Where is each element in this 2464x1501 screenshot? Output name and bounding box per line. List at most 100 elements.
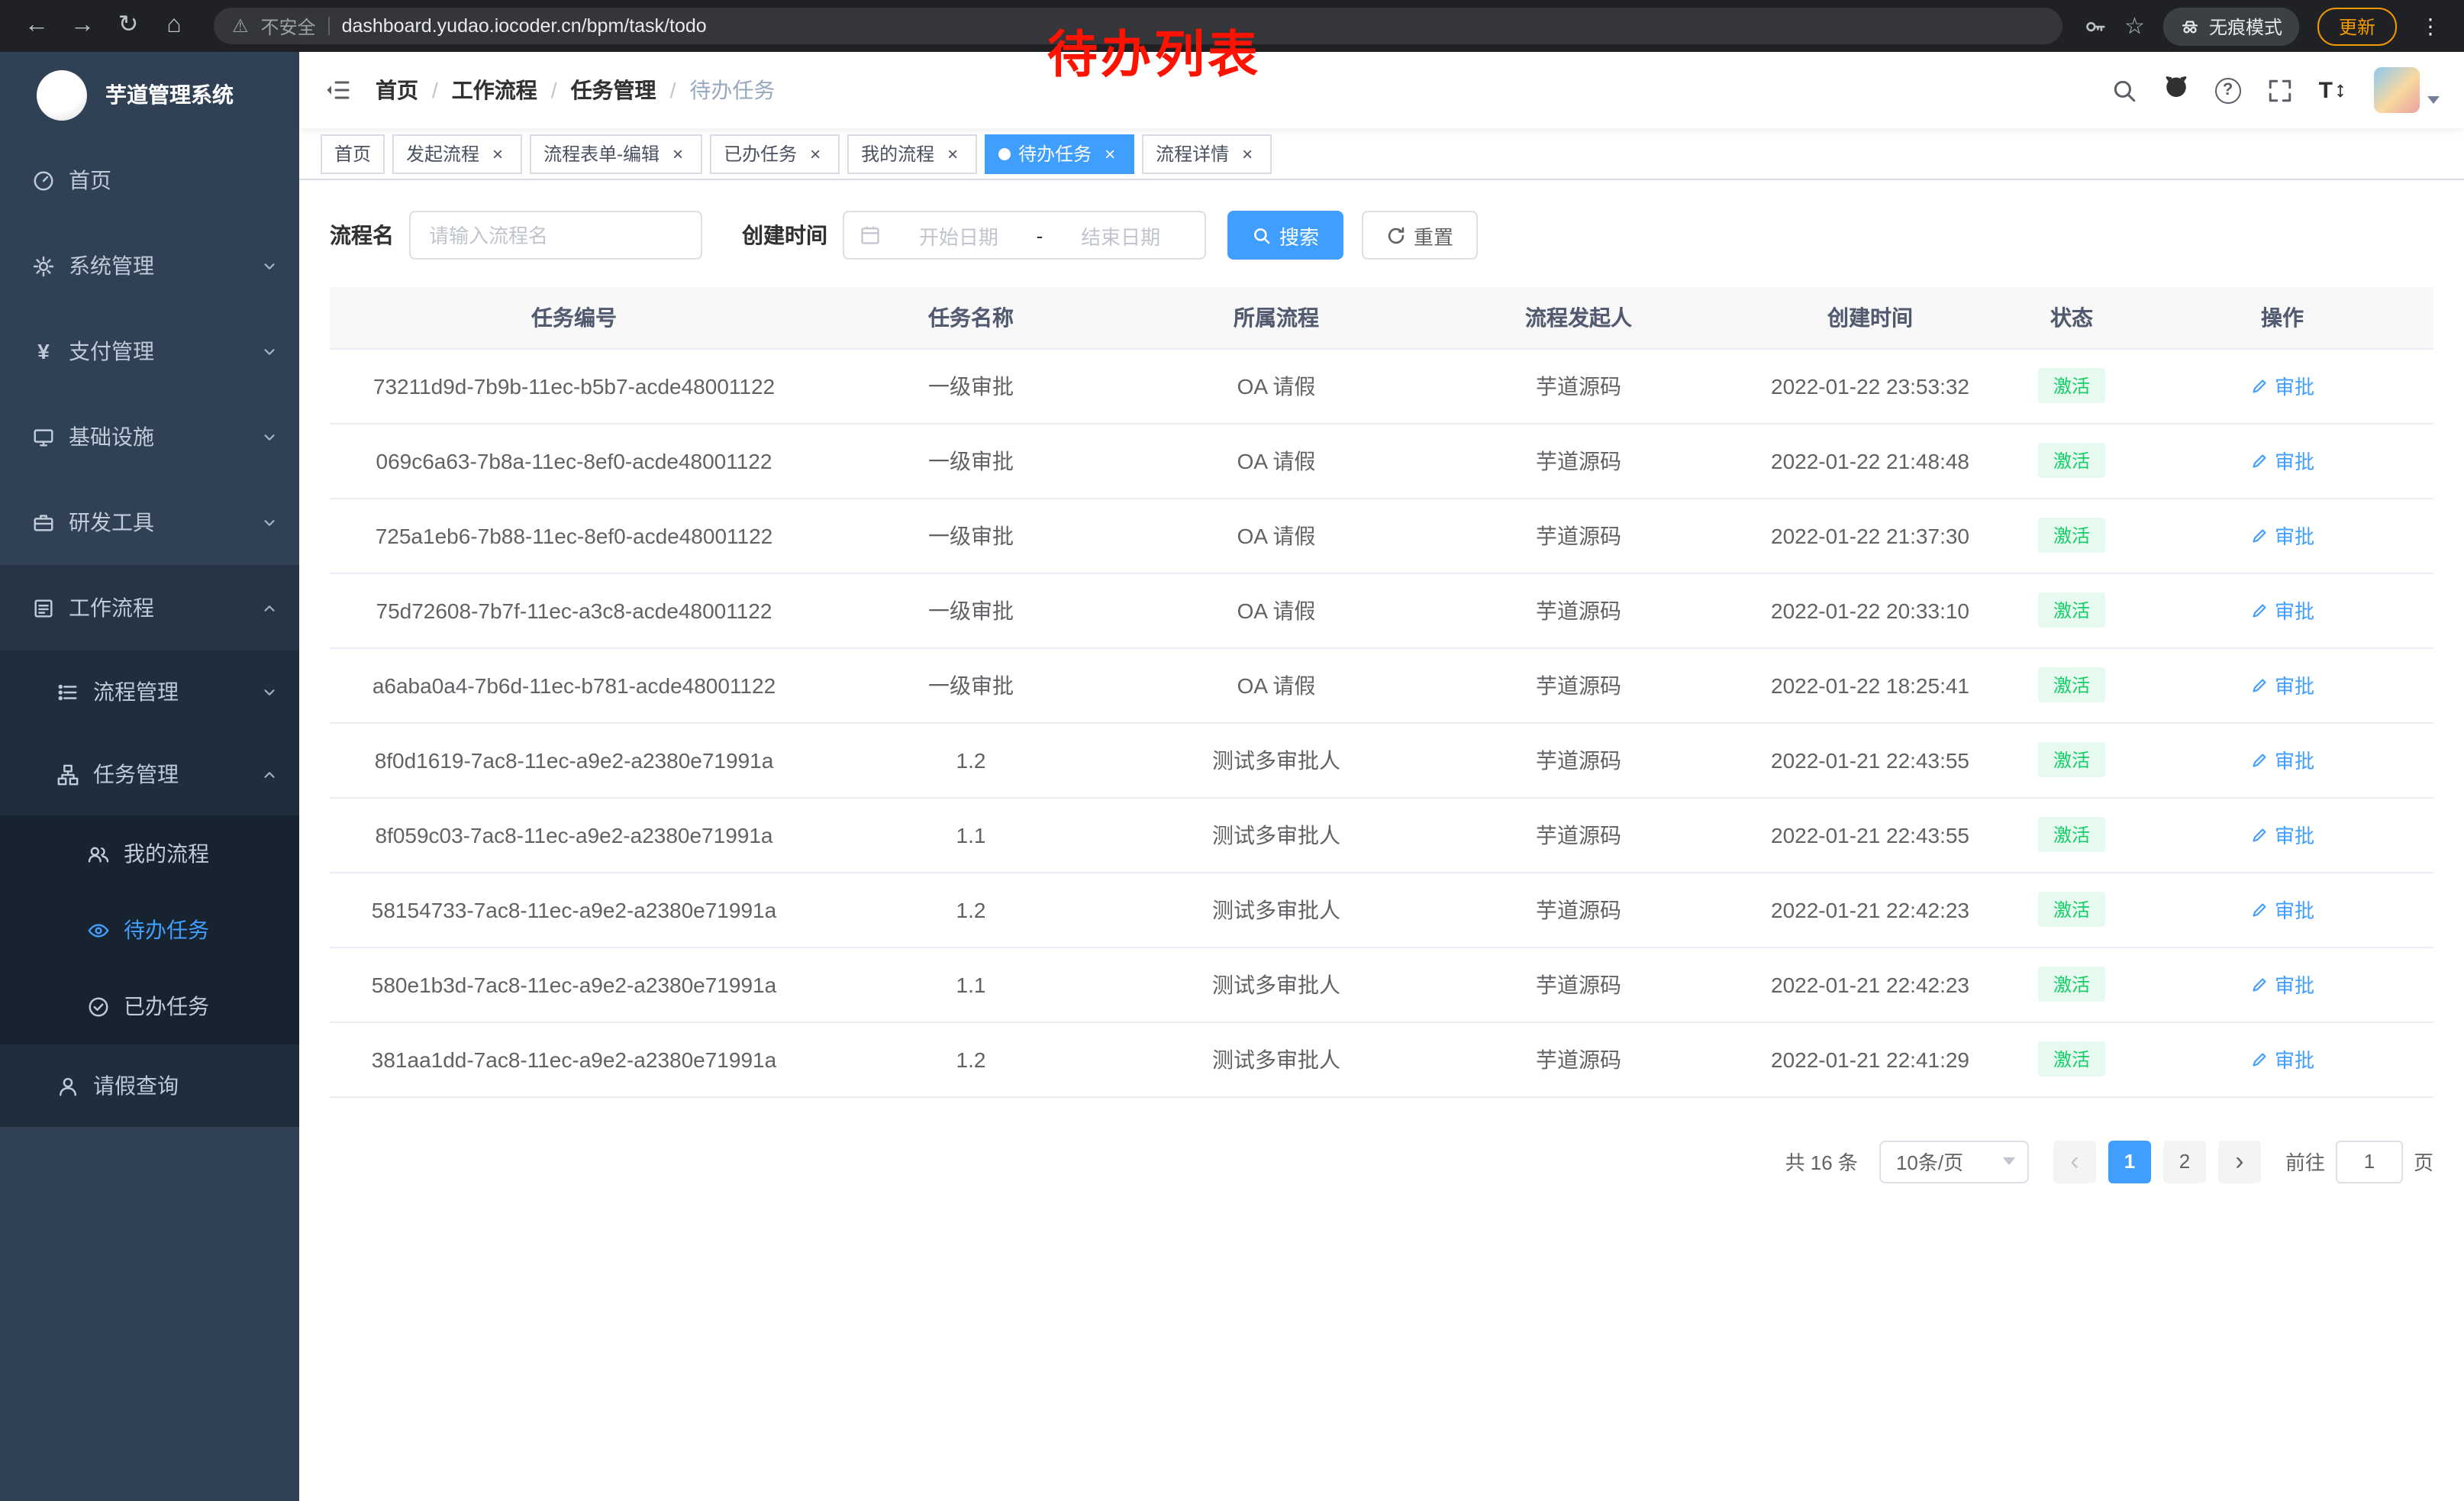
cell-created: 2022-01-22 18:25:41 — [1728, 647, 2012, 722]
reset-button[interactable]: 重置 — [1362, 211, 1478, 260]
tab-home[interactable]: 首页 — [321, 134, 385, 173]
github-icon[interactable] — [2163, 73, 2189, 107]
edit-icon — [2250, 451, 2269, 470]
cell-created: 2022-01-21 22:41:29 — [1728, 1022, 2012, 1096]
tab-my-processes[interactable]: 我的流程× — [847, 134, 977, 173]
fullscreen-icon[interactable] — [2267, 77, 2293, 103]
status-badge: 激活 — [2038, 742, 2105, 777]
process-name-input[interactable] — [409, 211, 702, 260]
reload-icon[interactable]: ↻ — [110, 14, 147, 38]
tab-start-process[interactable]: 发起流程× — [392, 134, 522, 173]
approve-link[interactable]: 审批 — [2250, 670, 2314, 699]
bookmark-star-icon[interactable]: ☆ — [2124, 12, 2145, 40]
cell-status: 激活 — [2012, 573, 2131, 647]
approve-link[interactable]: 审批 — [2250, 371, 2314, 400]
cell-status: 激活 — [2012, 423, 2131, 498]
approve-link[interactable]: 审批 — [2250, 1044, 2314, 1073]
breadcrumb-item-task-mgmt[interactable]: 任务管理 — [571, 75, 656, 105]
cell-task-name: 1.1 — [818, 797, 1124, 872]
sidebar-item-done-tasks[interactable]: 已办任务 — [0, 968, 299, 1044]
search-icon[interactable] — [2111, 77, 2137, 103]
cell-task-name: 1.2 — [818, 722, 1124, 797]
search-button[interactable]: 搜索 — [1227, 211, 1343, 260]
sidebar-item-leave-query[interactable]: 请假查询 — [0, 1044, 299, 1127]
approve-link[interactable]: 审批 — [2250, 895, 2314, 924]
page-size-select[interactable]: 10条/页 — [1879, 1140, 2029, 1183]
table-row: 580e1b3d-7ac8-11ec-a9e2-a2380e71991a 1.1… — [330, 947, 2433, 1022]
sidebar-fold-icon[interactable] — [324, 76, 351, 104]
sidebar-item-todo-tasks[interactable]: 待办任务 — [0, 892, 299, 968]
incognito-icon — [2180, 16, 2200, 36]
breadcrumb-separator: / — [432, 78, 438, 102]
help-icon[interactable]: ? — [2215, 77, 2241, 103]
breadcrumb-item-home[interactable]: 首页 — [376, 75, 418, 105]
sidebar-item-home[interactable]: 首页 — [0, 137, 299, 223]
back-icon[interactable]: ← — [18, 14, 55, 38]
tab-form-edit[interactable]: 流程表单-编辑× — [530, 134, 702, 173]
page-content: 流程名 创建时间 开始日期 - 结束日期 搜索 — [299, 180, 2464, 1228]
sidebar-item-label: 任务管理 — [93, 759, 179, 789]
sidebar-item-my-processes[interactable]: 我的流程 — [0, 815, 299, 892]
approve-label: 审批 — [2275, 745, 2314, 774]
sidebar-item-label: 我的流程 — [124, 838, 209, 869]
sidebar-item-system[interactable]: 系统管理 — [0, 223, 299, 308]
todo-task-table: 任务编号 任务名称 所属流程 流程发起人 创建时间 状态 操作 73211d9d… — [330, 287, 2433, 1097]
tab-process-detail[interactable]: 流程详情× — [1142, 134, 1272, 173]
key-icon[interactable] — [2083, 15, 2106, 37]
range-separator: - — [1037, 224, 1043, 247]
approve-link[interactable]: 审批 — [2250, 596, 2314, 625]
page-button-2[interactable]: 2 — [2163, 1140, 2206, 1183]
edit-icon — [2250, 900, 2269, 918]
font-size-icon[interactable]: T — [2319, 77, 2348, 103]
page-button-1[interactable]: 1 — [2108, 1140, 2151, 1183]
address-divider — [328, 17, 330, 35]
tab-done-tasks[interactable]: 已办任务× — [710, 134, 840, 173]
close-icon[interactable]: × — [805, 143, 826, 164]
sidebar-item-devtools[interactable]: 研发工具 — [0, 479, 299, 565]
next-page-button[interactable]: › — [2218, 1140, 2261, 1183]
approve-link[interactable]: 审批 — [2250, 521, 2314, 550]
cell-task-id: 8f059c03-7ac8-11ec-a9e2-a2380e71991a — [330, 797, 818, 872]
prev-page-button[interactable]: ‹ — [2053, 1140, 2096, 1183]
approve-label: 审批 — [2275, 970, 2314, 999]
status-badge: 激活 — [2038, 443, 2105, 478]
user-menu[interactable] — [2374, 67, 2440, 113]
approve-link[interactable]: 审批 — [2250, 745, 2314, 774]
chrome-update-button[interactable]: 更新 — [2317, 7, 2397, 45]
browser-menu-icon[interactable]: ⋮ — [2415, 13, 2446, 39]
date-range-picker[interactable]: 开始日期 - 结束日期 — [843, 211, 1206, 260]
col-task-id: 任务编号 — [330, 287, 818, 348]
sidebar-item-infra[interactable]: 基础设施 — [0, 394, 299, 479]
goto-unit: 页 — [2414, 1147, 2433, 1176]
cell-created: 2022-01-22 21:48:48 — [1728, 423, 2012, 498]
close-icon[interactable]: × — [667, 143, 689, 164]
approve-link[interactable]: 审批 — [2250, 820, 2314, 849]
close-icon[interactable]: × — [1099, 143, 1121, 164]
breadcrumb-item-workflow[interactable]: 工作流程 — [452, 75, 537, 105]
close-icon[interactable]: × — [487, 143, 508, 164]
tab-todo-tasks[interactable]: 待办任务× — [985, 134, 1134, 173]
process-name-label: 流程名 — [330, 220, 394, 250]
sidebar-item-payment[interactable]: ¥ 支付管理 — [0, 308, 299, 394]
goto-page-input[interactable] — [2336, 1140, 2403, 1183]
close-icon[interactable]: × — [1237, 143, 1258, 164]
search-button-label: 搜索 — [1279, 221, 1319, 250]
sidebar-item-workflow[interactable]: 工作流程 — [0, 565, 299, 650]
cell-action: 审批 — [2131, 423, 2433, 498]
cell-action: 审批 — [2131, 797, 2433, 872]
approve-label: 审批 — [2275, 1044, 2314, 1073]
cell-task-id: 580e1b3d-7ac8-11ec-a9e2-a2380e71991a — [330, 947, 818, 1022]
forward-icon[interactable]: → — [64, 14, 101, 38]
chevron-up-icon — [261, 766, 278, 783]
cell-task-id: 381aa1dd-7ac8-11ec-a9e2-a2380e71991a — [330, 1022, 818, 1096]
cell-task-name: 一级审批 — [818, 348, 1124, 423]
home-icon[interactable]: ⌂ — [156, 14, 192, 38]
close-icon[interactable]: × — [942, 143, 963, 164]
list-icon — [56, 680, 79, 703]
cell-action: 审批 — [2131, 1022, 2433, 1096]
approve-link[interactable]: 审批 — [2250, 446, 2314, 475]
approve-link[interactable]: 审批 — [2250, 970, 2314, 999]
sidebar-item-process-mgmt[interactable]: 流程管理 — [0, 650, 299, 733]
main-area: 首页 / 工作流程 / 任务管理 / 待办任务 ? T — [299, 52, 2464, 1501]
sidebar-item-task-mgmt[interactable]: 任务管理 — [0, 733, 299, 815]
